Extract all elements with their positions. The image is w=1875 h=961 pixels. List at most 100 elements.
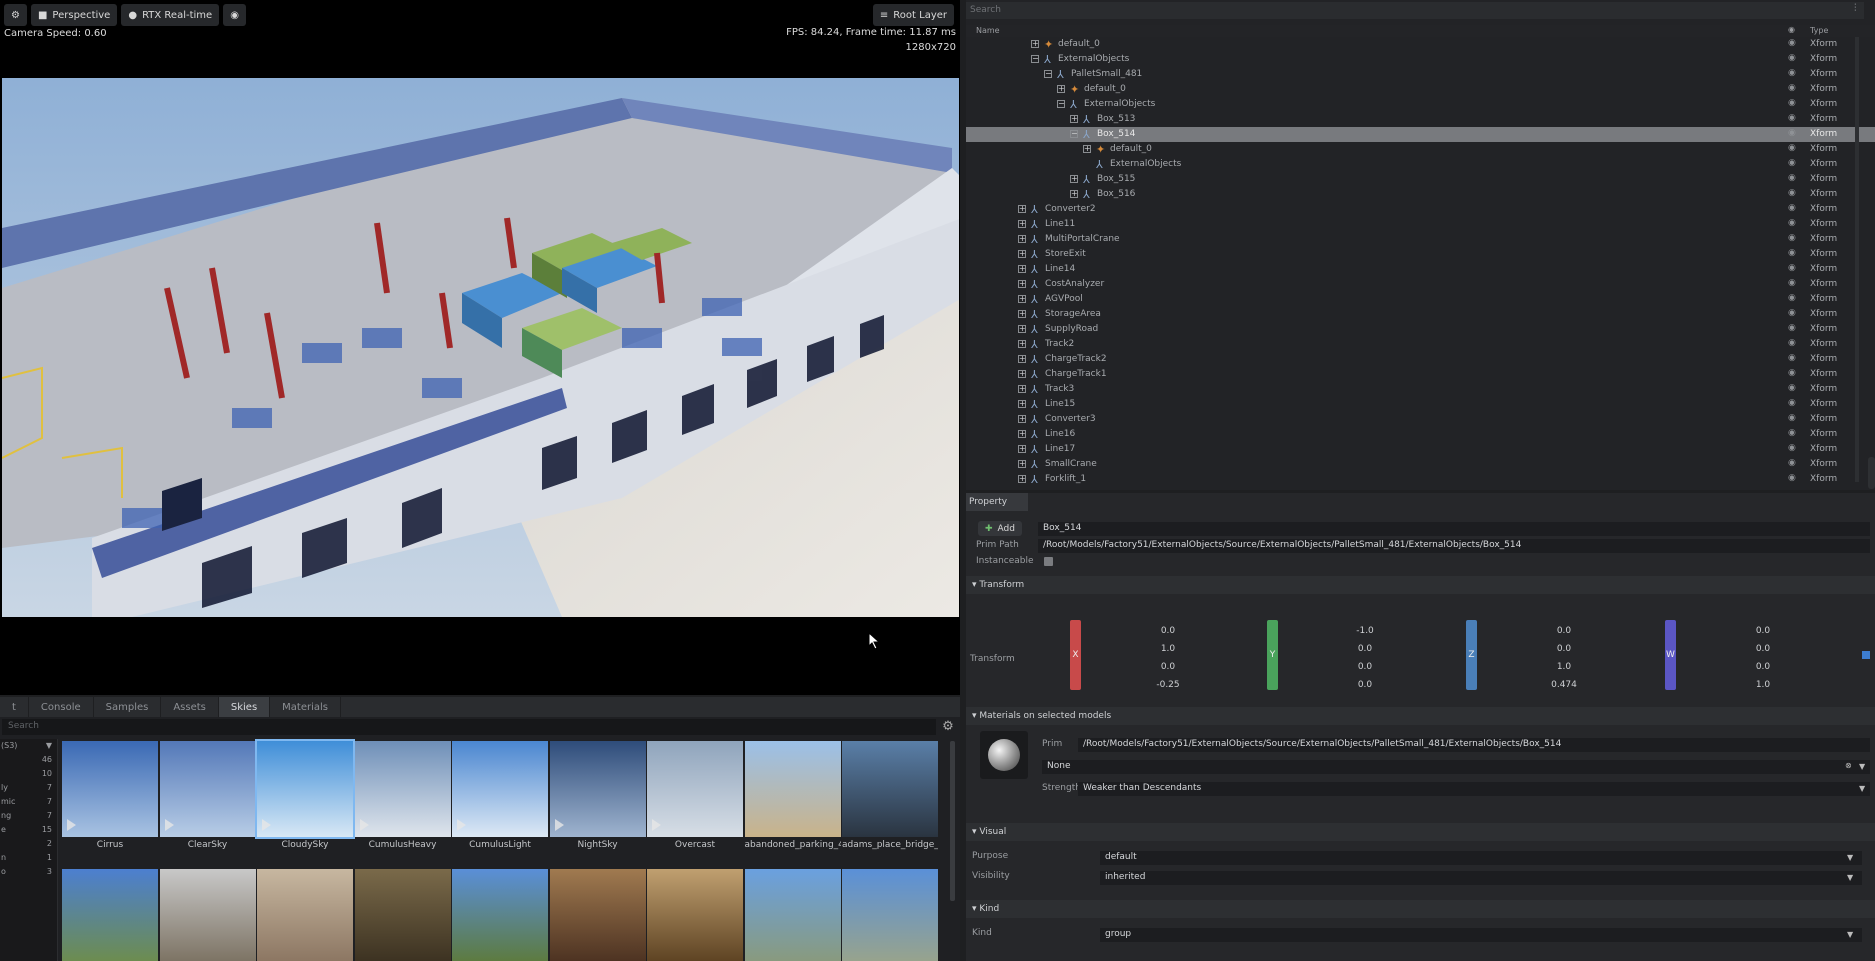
chevron-down-icon[interactable]: ▼	[1847, 873, 1853, 882]
category-item[interactable]: ng 7	[0, 811, 56, 823]
eye-icon[interactable]: ◉	[1788, 458, 1796, 468]
eye-icon[interactable]: ◉	[1788, 38, 1796, 48]
stage-tree-row[interactable]: + ⅄ Line15 ◉ Xform	[966, 397, 1875, 412]
expand-icon[interactable]: +	[1018, 415, 1026, 423]
tab-materials[interactable]: Materials	[270, 697, 342, 717]
category-item[interactable]: mic 7	[0, 797, 56, 809]
expand-icon[interactable]: +	[1018, 220, 1026, 228]
add-button[interactable]: ✚ Add	[978, 521, 1022, 536]
settings-button[interactable]: ⚙	[4, 4, 27, 26]
eye-icon[interactable]: ◉	[1788, 293, 1796, 303]
expand-icon[interactable]: +	[1070, 115, 1078, 123]
stage-tree-row[interactable]: + ⅄ Track3 ◉ Xform	[966, 382, 1875, 397]
stage-tree-row[interactable]: − ⅄ ExternalObjects ◉ Xform	[966, 52, 1875, 67]
clear-icon[interactable]: ⊗	[1845, 761, 1852, 770]
transform-section-header[interactable]: ▾ Transform	[966, 576, 1875, 594]
sky-thumbnail[interactable]	[744, 741, 841, 837]
stage-tree-row[interactable]: + ⅄ SupplyRoad ◉ Xform	[966, 322, 1875, 337]
category-item[interactable]: o3	[0, 867, 56, 879]
kind-select[interactable]: group	[1100, 928, 1862, 942]
visual-section-header[interactable]: ▾ Visual	[966, 823, 1875, 841]
eye-icon[interactable]: ◉	[1788, 323, 1796, 333]
chevron-down-icon[interactable]: ▼	[1847, 853, 1853, 862]
sky-thumbnail[interactable]	[647, 869, 743, 961]
sky-thumbnail[interactable]	[354, 741, 451, 837]
eye-icon[interactable]: ◉	[1788, 443, 1796, 453]
tab-property[interactable]: Property	[966, 493, 1028, 511]
stage-tree-row[interactable]: − ⅄ ExternalObjects ◉ Xform	[966, 97, 1875, 112]
eye-icon[interactable]: ◉	[1788, 128, 1796, 138]
eye-icon[interactable]: ◉	[1788, 428, 1796, 438]
eye-icon[interactable]: ◉	[1788, 398, 1796, 408]
eye-icon[interactable]: ◉	[1788, 278, 1796, 288]
stage-tree-row[interactable]: + ⅄ StorageArea ◉ Xform	[966, 307, 1875, 322]
stage-tree-row[interactable]: + ⅄ Line16 ◉ Xform	[966, 427, 1875, 442]
stage-tree-row[interactable]: + ⅄ AGVPool ◉ Xform	[966, 292, 1875, 307]
viewport[interactable]: ⚙ ■ Perspective ● RTX Real-time ◉ ≡ Root…	[0, 0, 960, 695]
sky-thumbnail[interactable]	[159, 741, 256, 837]
tab-console[interactable]: Console	[29, 697, 94, 717]
visibility-button[interactable]: ◉	[223, 4, 246, 26]
matrix-cell[interactable]: 0.0	[1703, 626, 1823, 636]
stage-tree-row[interactable]: + ⅄ ChargeTrack1 ◉ Xform	[966, 367, 1875, 382]
expand-icon[interactable]: +	[1018, 280, 1026, 288]
expand-icon[interactable]: +	[1018, 205, 1026, 213]
matrix-cell[interactable]: -1.0	[1305, 626, 1425, 636]
eye-icon[interactable]: ◉	[1788, 473, 1796, 483]
expand-icon[interactable]: +	[1018, 400, 1026, 408]
category-item[interactable]: (S3) ▼	[0, 741, 56, 753]
sky-thumbnail[interactable]	[452, 741, 548, 837]
eye-icon[interactable]: ◉	[1788, 83, 1796, 93]
eye-icon[interactable]: ◉	[1788, 203, 1796, 213]
matrix-cell[interactable]: 0.474	[1504, 680, 1624, 690]
root-layer-button[interactable]: ≡ Root Layer	[872, 4, 954, 26]
stage-tree-row[interactable]: + ⅄ CostAnalyzer ◉ Xform	[966, 277, 1875, 292]
expand-icon[interactable]: +	[1018, 355, 1026, 363]
type-column-header[interactable]: Type	[1810, 26, 1828, 35]
kind-section-header[interactable]: ▾ Kind	[966, 900, 1875, 918]
stage-tree-row[interactable]: ⅄ ExternalObjects ◉ Xform	[966, 157, 1875, 172]
category-item[interactable]: 2	[0, 839, 56, 851]
category-item[interactable]: 10	[0, 769, 56, 781]
prim-path-field[interactable]: /Root/Models/Factory51/ExternalObjects/S…	[1038, 539, 1870, 553]
eye-icon[interactable]: ◉	[1788, 383, 1796, 393]
expand-icon[interactable]: +	[1018, 385, 1026, 393]
eye-icon[interactable]: ◉	[1788, 113, 1796, 123]
eye-icon[interactable]: ◉	[1788, 68, 1796, 78]
stage-tree-row[interactable]: + ⅄ ChargeTrack2 ◉ Xform	[966, 352, 1875, 367]
matrix-cell[interactable]: 0.0	[1305, 680, 1425, 690]
sky-thumbnail[interactable]	[647, 741, 743, 837]
eye-icon[interactable]: ◉	[1788, 263, 1796, 273]
instanceable-checkbox[interactable]	[1044, 557, 1053, 566]
matrix-cell[interactable]: 0.0	[1305, 644, 1425, 654]
expand-icon[interactable]: +	[1070, 190, 1078, 198]
expand-icon[interactable]: +	[1070, 175, 1078, 183]
expand-icon[interactable]: +	[1018, 295, 1026, 303]
expand-icon[interactable]: +	[1018, 325, 1026, 333]
stage-tree-row[interactable]: + ⅄ Forklift_1 ◉ Xform	[966, 472, 1875, 487]
browser-settings-icon[interactable]: ⚙	[940, 719, 956, 735]
stage-tree-row[interactable]: + ⅄ StoreExit ◉ Xform	[966, 247, 1875, 262]
category-item[interactable]: ly 7	[0, 783, 56, 795]
stage-tree-row[interactable]: + ⅄ Converter2 ◉ Xform	[966, 202, 1875, 217]
matrix-cell[interactable]: -0.25	[1108, 680, 1228, 690]
stage-tree-row[interactable]: + ⅄ Converter3 ◉ Xform	[966, 412, 1875, 427]
expand-icon[interactable]: +	[1018, 340, 1026, 348]
materials-section-header[interactable]: ▾ Materials on selected models	[966, 707, 1875, 725]
chevron-down-icon[interactable]: ▼	[1859, 784, 1865, 793]
matrix-cell[interactable]: 1.0	[1108, 644, 1228, 654]
collapse-icon[interactable]: −	[1070, 130, 1078, 138]
tab-skies[interactable]: Skies	[218, 697, 271, 717]
stage-tree-row[interactable]: + ⅄ Box_513 ◉ Xform	[966, 112, 1875, 127]
sky-thumbnail[interactable]	[159, 869, 256, 961]
name-column-header[interactable]: Name	[976, 26, 1000, 35]
expand-icon[interactable]: +	[1018, 460, 1026, 468]
matrix-cell[interactable]: 1.0	[1703, 680, 1823, 690]
expand-icon[interactable]: +	[1018, 445, 1026, 453]
sky-thumbnail[interactable]	[452, 869, 548, 961]
matrix-cell[interactable]: 0.0	[1108, 626, 1228, 636]
eye-icon[interactable]: ◉	[1788, 368, 1796, 378]
prim-name-field[interactable]: Box_514	[1038, 522, 1870, 536]
chevron-down-icon[interactable]: ▼	[1859, 762, 1865, 771]
matrix-cell[interactable]: 1.0	[1504, 662, 1624, 672]
